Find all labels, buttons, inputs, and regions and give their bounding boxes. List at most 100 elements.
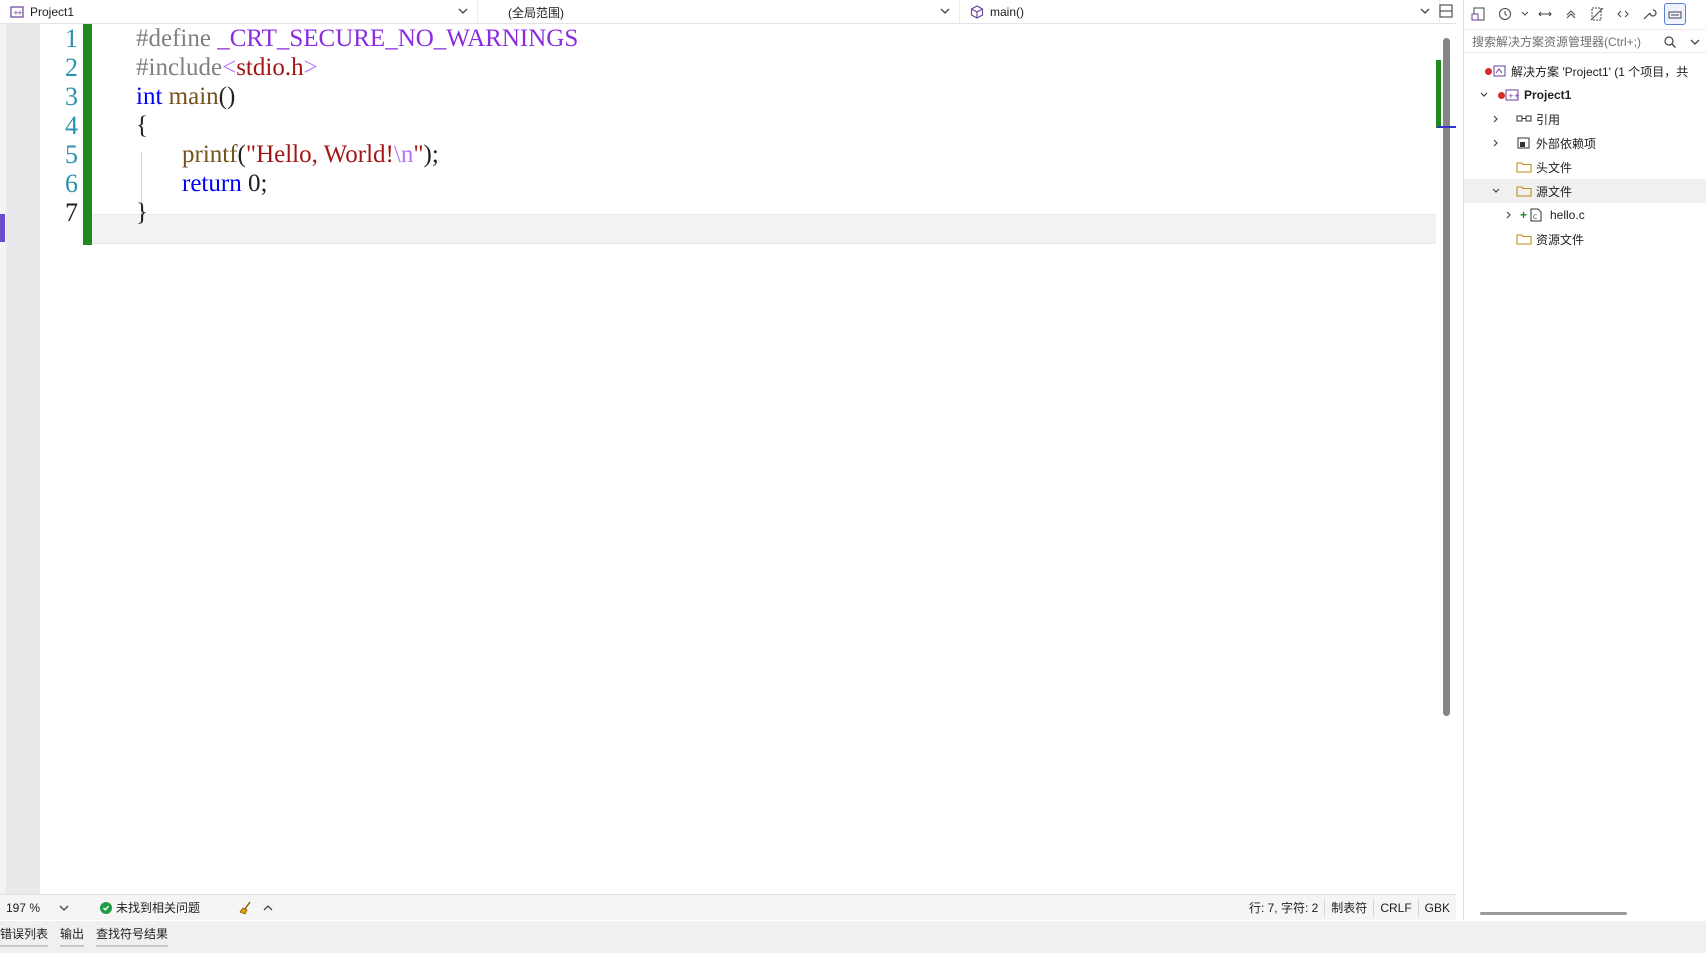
issues-indicator[interactable]: 未找到相关问题 [100, 899, 200, 916]
split-window-icon[interactable] [1438, 3, 1454, 19]
escape-sequence: \n [393, 141, 414, 168]
folder-icon [1516, 234, 1532, 245]
search-icon[interactable] [1663, 35, 1677, 49]
code-line-4[interactable]: { [136, 110, 148, 141]
solution-icon [1493, 65, 1506, 77]
open-brace: { [136, 112, 148, 139]
project-label: Project1 [1524, 88, 1572, 102]
include-header: stdio.h [236, 54, 304, 81]
member-dropdown[interactable]: main() [960, 0, 1440, 24]
status-right-group: 行: 7, 字符: 2 制表符 CRLF GBK [1243, 895, 1456, 921]
solution-explorer-search[interactable]: 搜索解决方案资源管理器(Ctrl+;) [1464, 29, 1706, 53]
switch-views-icon[interactable] [1468, 3, 1490, 25]
tree-item-project[interactable]: ++ Project1 [1464, 83, 1706, 107]
vertical-scrollbar-thumb[interactable] [1443, 38, 1450, 716]
code-line-7[interactable]: } [136, 197, 148, 228]
close-brace: } [136, 199, 148, 226]
tree-item-resource-files[interactable]: 资源文件 [1464, 227, 1706, 251]
number-literal: 0 [241, 170, 261, 197]
tab-find-symbol-results[interactable]: 查找符号结果 [90, 925, 174, 947]
line-number: 3 [65, 82, 78, 111]
tab-output[interactable]: 输出 [54, 925, 90, 947]
chevron-up-icon[interactable] [262, 902, 274, 914]
chevron-down-icon[interactable] [1479, 90, 1489, 100]
cpp-project-icon: ++ [1505, 89, 1520, 101]
horizontal-scrollbar-thumb[interactable] [1480, 912, 1627, 915]
external-dependencies-icon [1517, 137, 1530, 149]
tree-item-hello-c[interactable]: + C hello.c [1464, 203, 1706, 227]
show-all-files-icon[interactable] [1586, 3, 1608, 25]
solution-explorer: 搜索解决方案资源管理器(Ctrl+;) 解决方案 'Project1' (1 个… [1463, 0, 1706, 920]
line-number: 1 [65, 24, 78, 53]
line-ending[interactable]: CRLF [1373, 898, 1417, 917]
code-line-6[interactable]: return 0; [182, 168, 267, 199]
string-literal: "Hello, World! [245, 141, 394, 168]
properties-wrench-icon[interactable] [1638, 3, 1660, 25]
zoom-dropdown[interactable]: 197 % [0, 897, 74, 919]
close-paren-semicolon: ); [423, 141, 439, 168]
tree-item-source-files[interactable]: 源文件 [1464, 179, 1706, 203]
line-number: 2 [65, 53, 78, 82]
navigation-bar: + + Project1 (全局范围) main() [0, 0, 1456, 24]
cpp-project-icon: + + [10, 6, 24, 18]
external-dependencies-label: 外部依赖项 [1536, 136, 1597, 151]
tree-item-external-dependencies[interactable]: 外部依赖项 [1464, 131, 1706, 155]
folder-open-icon [1516, 186, 1532, 197]
chevron-down-icon[interactable] [1491, 186, 1501, 196]
semicolon: ; [260, 170, 268, 197]
parentheses: () [218, 83, 236, 110]
change-tracking-bar [83, 24, 92, 245]
include-close-bracket: > [303, 54, 318, 81]
type-keyword: int [136, 83, 163, 110]
tab-error-list[interactable]: 错误列表 [0, 925, 54, 947]
chevron-down-icon[interactable] [1689, 36, 1701, 48]
history-icon[interactable] [1494, 3, 1516, 25]
editor-status-bar: 197 % 未找到相关问题 行: 7, 字符: 2 制表符 CRLF GBK [0, 894, 1456, 920]
collapse-all-icon[interactable] [1560, 3, 1582, 25]
chevron-down-icon[interactable] [1520, 3, 1530, 25]
line-number-gutter [6, 24, 40, 894]
scrollbar-change-marker [1436, 60, 1441, 128]
chevron-right-icon[interactable] [1504, 210, 1514, 220]
check-circle-icon [100, 901, 112, 914]
solution-explorer-toolbar [1464, 0, 1706, 28]
code-line-1[interactable]: #define _CRT_SECURE_NO_WARNINGS [136, 23, 578, 54]
added-plus-icon: + [1520, 208, 1528, 222]
sync-arrows-icon[interactable] [1534, 3, 1556, 25]
open-paren: ( [237, 141, 246, 168]
preview-selected-icon[interactable] [1664, 3, 1686, 25]
search-placeholder: 搜索解决方案资源管理器(Ctrl+;) [1472, 34, 1641, 49]
tree-item-solution[interactable]: 解决方案 'Project1' (1 个项目，共 [1464, 59, 1706, 83]
code-line-2[interactable]: #include<stdio.h> [136, 52, 318, 83]
source-files-label: 源文件 [1536, 184, 1573, 199]
line-number: 4 [65, 111, 78, 140]
scope-dropdown-label: (全局范围) [508, 5, 564, 20]
cursor-position[interactable]: 行: 7, 字符: 2 [1243, 899, 1324, 917]
chevron-right-icon[interactable] [1491, 138, 1501, 148]
macro-name: _CRT_SECURE_NO_WARNINGS [210, 25, 579, 52]
include-open-bracket: < [222, 54, 237, 81]
project-dropdown[interactable]: + + Project1 [0, 0, 478, 24]
view-code-icon[interactable] [1612, 3, 1634, 25]
tree-item-references[interactable]: 引用 [1464, 107, 1706, 131]
chevron-right-icon[interactable] [1491, 114, 1501, 124]
code-line-5[interactable]: printf("Hello, World!\n"); [182, 139, 439, 170]
preprocessor-directive: #include [136, 54, 223, 81]
issues-text: 未找到相关问题 [116, 901, 201, 915]
scope-dropdown[interactable]: (全局范围) [478, 0, 960, 24]
code-editor-pane[interactable]: + + Project1 (全局范围) main() 1 2 3 4 5 6 7… [0, 0, 1456, 920]
indentation-mode[interactable]: 制表符 [1324, 898, 1373, 917]
method-cube-icon [970, 5, 984, 19]
tree-item-header-files[interactable]: 头文件 [1464, 155, 1706, 179]
folder-icon [1516, 162, 1532, 173]
chevron-down-icon [1420, 8, 1430, 14]
current-line-indicator [0, 214, 5, 242]
zoom-level: 197 % [6, 900, 41, 915]
member-dropdown-label: main() [990, 5, 1025, 19]
hello-c-label: hello.c [1550, 208, 1585, 222]
file-encoding[interactable]: GBK [1417, 898, 1456, 917]
code-line-3[interactable]: int main() [136, 81, 235, 112]
code-cleanup-icon[interactable] [238, 900, 254, 916]
resource-files-label: 资源文件 [1536, 232, 1585, 247]
line-number: 5 [65, 140, 78, 169]
